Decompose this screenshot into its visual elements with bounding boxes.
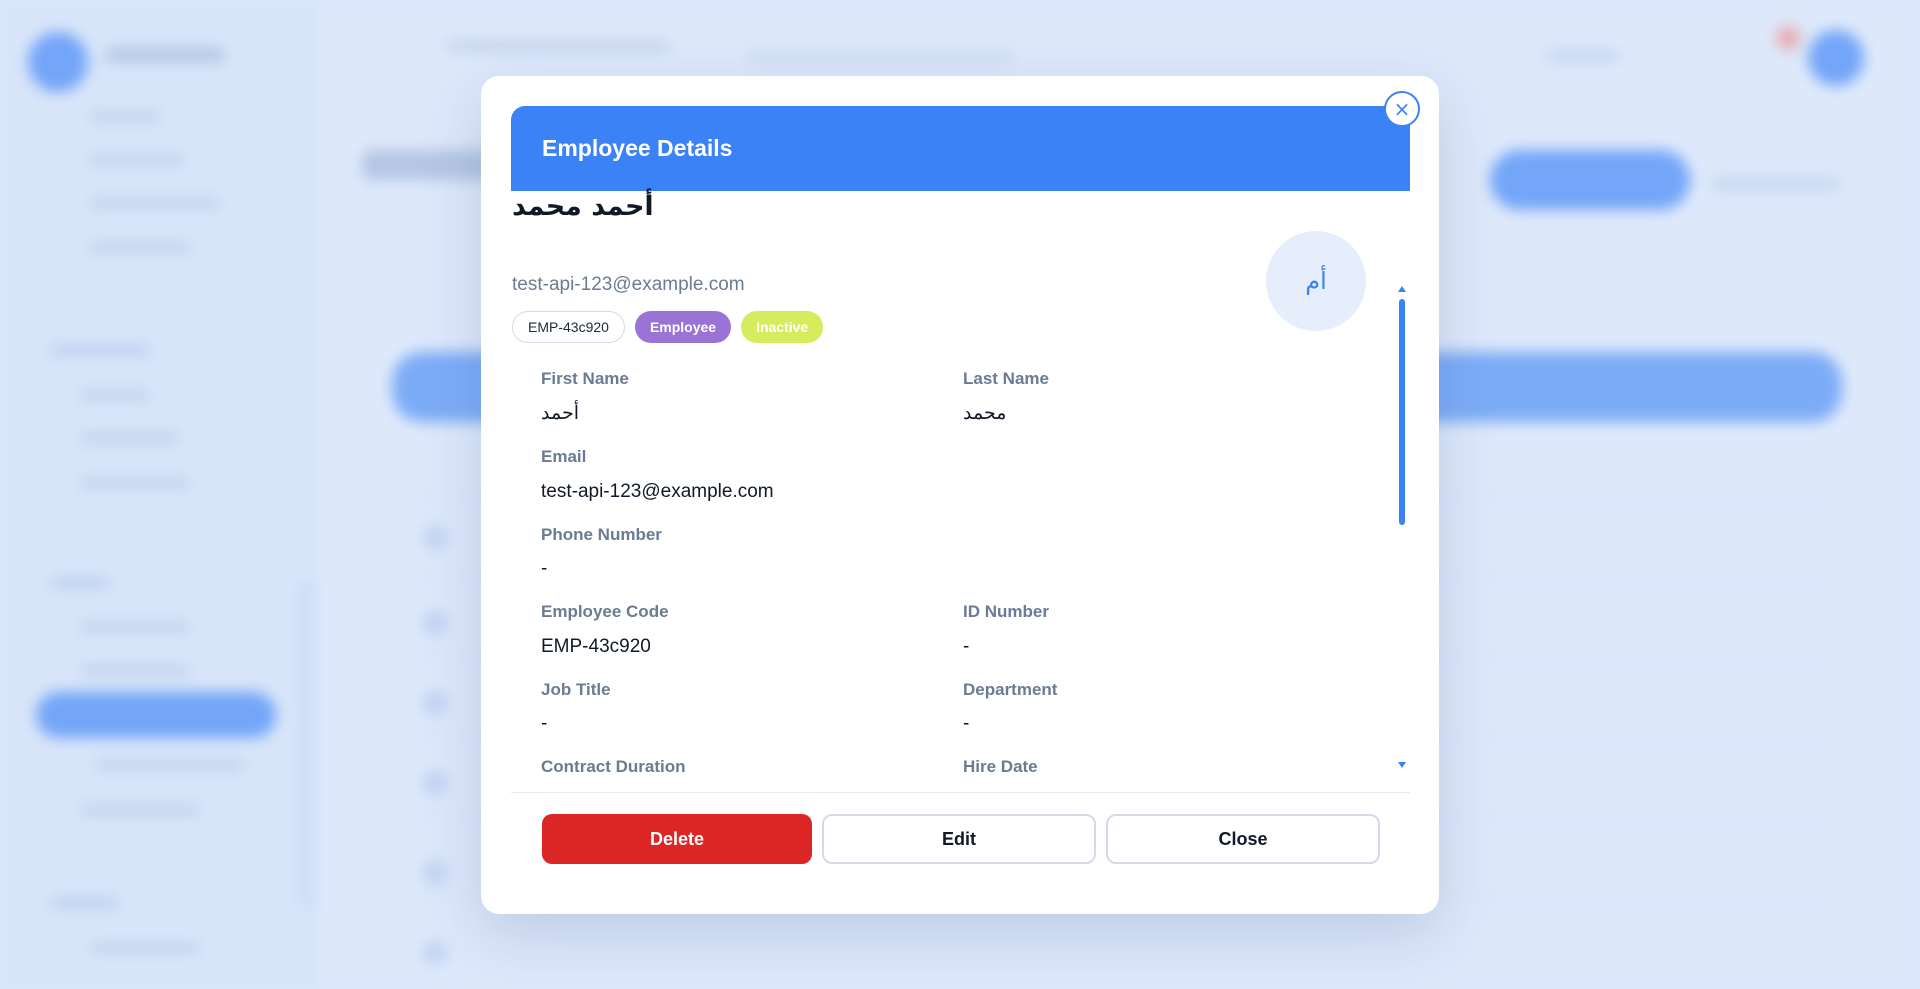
last-name-value: محمد [963,403,1007,424]
department-value: - [963,713,970,734]
employee-code-label: Employee Code [541,602,669,621]
scroll-down-arrow-icon[interactable] [1398,762,1406,768]
job-title-value: - [541,713,548,734]
employee-name: أحمد محمد [512,191,654,222]
footer-divider [511,792,1410,793]
last-name-label: Last Name [963,369,1049,388]
employee-code-badge: EMP-43c920 [512,311,625,343]
email-value: test-api-123@example.com [541,481,774,502]
scrollbar-thumb[interactable] [1399,299,1405,525]
job-title-label: Job Title [541,680,611,699]
delete-button[interactable]: Delete [542,814,812,864]
modal-header: Employee Details [511,106,1410,191]
phone-number-label: Phone Number [541,525,662,544]
status-badge: Inactive [741,311,824,343]
badge-group: EMP-43c920 Employee Inactive [512,311,824,343]
modal-title: Employee Details [542,135,733,161]
edit-button[interactable]: Edit [822,814,1096,864]
avatar: أم [1266,231,1366,331]
phone-number-value: - [541,558,548,579]
employee-details-modal: Employee Details × أحمد محمد test-api-12… [481,76,1439,914]
employee-code-value: EMP-43c920 [541,636,651,657]
role-badge: Employee [634,311,732,343]
contract-duration-label: Contract Duration [541,757,686,776]
close-button[interactable]: Close [1106,814,1380,864]
department-label: Department [963,680,1058,699]
email-label: Email [541,447,587,466]
close-icon[interactable]: × [1384,91,1420,127]
hire-date-label: Hire Date [963,757,1038,776]
first-name-label: First Name [541,369,629,388]
employee-email: test-api-123@example.com [512,274,745,295]
id-number-value: - [963,636,970,657]
scroll-up-arrow-icon[interactable] [1398,286,1406,292]
id-number-label: ID Number [963,602,1049,621]
first-name-value: أحمد [541,403,579,424]
